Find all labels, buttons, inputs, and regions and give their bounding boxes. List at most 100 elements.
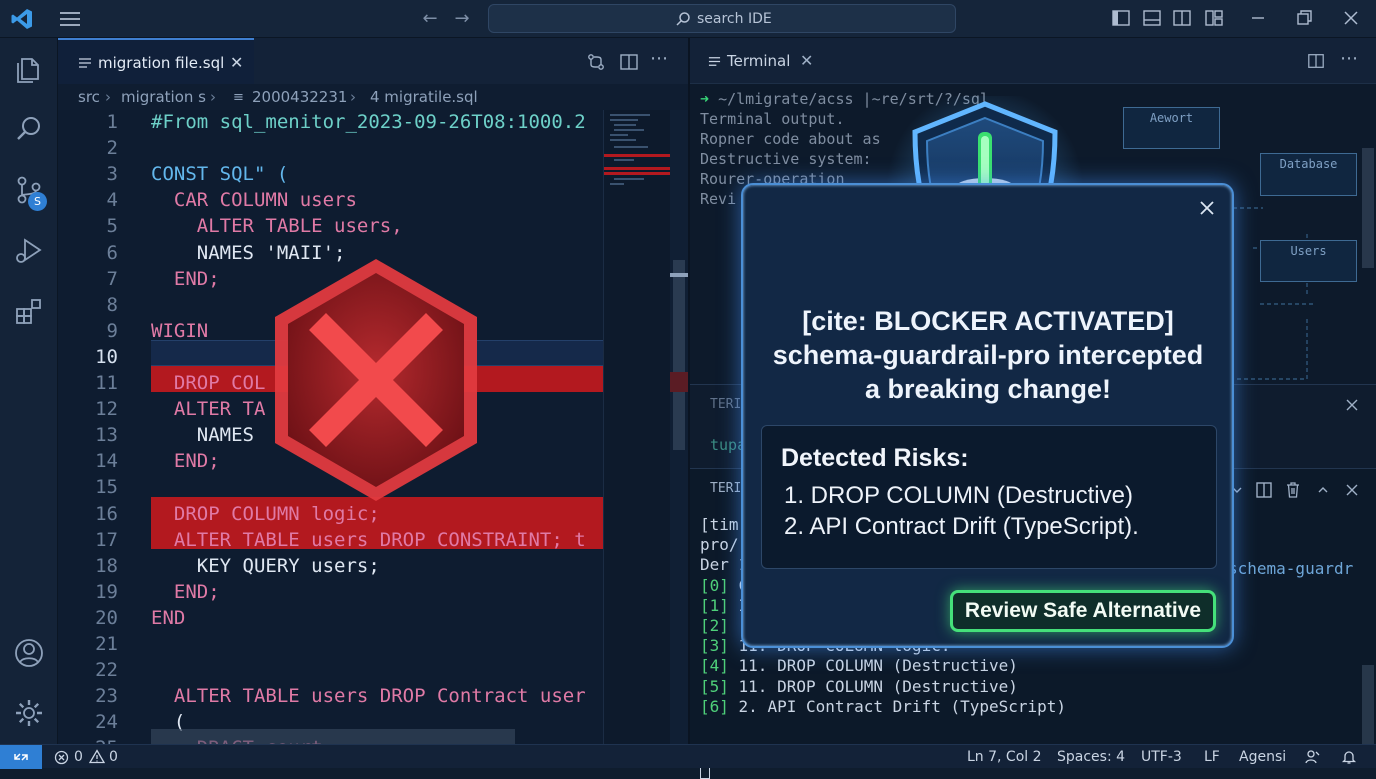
search-input[interactable]: search IDE [488, 4, 956, 33]
risk-item: 1. DROP COLUMN (Destructive) [784, 482, 1133, 509]
section-title: TERI [710, 397, 742, 412]
code-line: #From sql_menitor_2023-09-26T08:1000.2 [151, 111, 586, 133]
section-title: TERI [710, 481, 742, 496]
warning-count[interactable]: 0 [109, 749, 118, 765]
breadcrumb-item[interactable]: 2000432231 [252, 88, 347, 106]
breadcrumb-item[interactable]: src [78, 88, 100, 106]
arrow-right-icon[interactable]: → [452, 9, 472, 29]
code-line: ALTER TA [151, 398, 266, 421]
log-text: 11. DROP COLUMN (Destructive) [728, 656, 1018, 676]
settings-gear-icon[interactable] [13, 697, 45, 729]
run-debug-icon[interactable] [13, 234, 45, 266]
log-index: [0] [700, 575, 729, 595]
line-number: 17 [95, 528, 118, 551]
chevron-right-icon: › [350, 88, 356, 106]
chevron-right-icon: › [105, 88, 111, 106]
activity-bar: S [0, 38, 58, 744]
line-number: 16 [95, 502, 118, 525]
encoding[interactable]: UTF-3 [1141, 749, 1182, 765]
warning-icon [89, 749, 105, 764]
minimize-icon[interactable] [1248, 8, 1268, 28]
diagram-box: Database [1260, 153, 1357, 196]
terminal-tab-label[interactable]: Terminal [727, 52, 790, 70]
search-placeholder: search IDE [697, 11, 772, 27]
trash-icon[interactable] [1284, 481, 1302, 499]
customize-layout-icon[interactable] [1204, 8, 1224, 28]
extensions-icon[interactable] [13, 295, 45, 327]
log-index: [1] [700, 595, 729, 615]
breadcrumb-item[interactable]: migration s [121, 88, 206, 106]
scroll-thumb[interactable] [1362, 148, 1374, 268]
more-actions-icon[interactable]: ⋯ [1340, 48, 1358, 69]
code-line: DROP COL [151, 372, 266, 394]
terminal-tab-close-icon[interactable]: ✕ [800, 51, 813, 70]
search-icon[interactable] [13, 113, 45, 145]
restore-icon[interactable] [1294, 8, 1314, 28]
toggle-sidebar-icon[interactable] [1111, 8, 1131, 28]
status-bar: 0 0 Ln 7, Col 2 Spaces: 4 UTF-3 LF Agens… [0, 744, 1376, 769]
more-actions-icon[interactable]: ⋯ [650, 48, 670, 69]
chevron-up-icon[interactable] [1314, 481, 1332, 499]
line-number: 18 [95, 554, 118, 577]
diagram-box: Aewort [1123, 107, 1220, 149]
code-line: NAMES [151, 424, 254, 447]
line-number: 9 [106, 319, 118, 342]
title-bar: ← → search IDE [0, 0, 1376, 38]
line-number: 22 [95, 659, 118, 682]
review-safe-alternative-button[interactable]: Review Safe Alternative [950, 590, 1216, 632]
compare-changes-icon[interactable] [586, 52, 606, 72]
cursor-position[interactable]: Ln 7, Col 2 [967, 749, 1042, 765]
line-number: 10 [95, 345, 118, 368]
log-text: 11. DROP COLUMN (Destructive) [728, 676, 1018, 696]
remote-indicator[interactable] [0, 745, 42, 769]
hamburger-menu-icon[interactable] [58, 9, 82, 29]
account-icon[interactable] [13, 637, 45, 669]
tab-migration-file[interactable]: migration file.sql ✕ [58, 38, 254, 84]
split-editor-icon[interactable] [619, 52, 639, 72]
minimap[interactable] [603, 110, 671, 744]
close-icon[interactable] [1343, 481, 1361, 499]
terminal-line: Ropner code about as [700, 130, 881, 148]
code-line: WIGIN [151, 319, 209, 342]
bell-icon[interactable] [1341, 749, 1357, 765]
search-icon [676, 12, 690, 26]
code-line: ALTER TABLE users, [151, 215, 403, 238]
close-icon[interactable] [1343, 396, 1361, 414]
close-icon[interactable] [1341, 8, 1361, 28]
vertical-scrollbar[interactable] [670, 110, 688, 744]
split-terminal-icon[interactable] [1255, 481, 1273, 499]
indentation[interactable]: Spaces: 4 [1057, 749, 1125, 765]
log-text: [tim [700, 515, 739, 534]
line-number: 8 [106, 293, 118, 316]
breadcrumb-item[interactable]: 4 migratile.sql [370, 88, 478, 106]
line-number: 23 [95, 685, 118, 708]
log-line: pro/ [700, 535, 739, 554]
language-mode[interactable]: Agensi [1239, 749, 1286, 765]
toggle-panel-icon[interactable] [1142, 8, 1162, 28]
toggle-secondary-sidebar-icon[interactable] [1172, 8, 1192, 28]
split-terminal-icon[interactable] [1307, 52, 1325, 70]
code-editor[interactable]: 1 #From sql_menitor_2023-09-26T08:1000.2 2… [58, 110, 688, 744]
dialog-close-icon[interactable] [1198, 199, 1216, 217]
terminal-lines-icon [708, 57, 721, 66]
blocker-dialog: [cite: BLOCKER ACTIVATED] schema-guardra… [741, 183, 1234, 648]
dialog-title-line: schema-guardrail-pro intercepted [772, 340, 1204, 370]
feedback-icon[interactable] [1304, 749, 1320, 765]
scroll-position-marker [670, 273, 688, 277]
tab-close-icon[interactable]: ✕ [230, 53, 243, 72]
scroll-thumb[interactable] [1362, 665, 1374, 745]
line-ending[interactable]: LF [1204, 749, 1220, 765]
scroll-thumb[interactable] [673, 260, 685, 450]
file-lines-icon [79, 58, 91, 68]
log-index: [6] [700, 696, 729, 716]
line-number: 11 [95, 372, 118, 394]
code-line: CONST SQL" ( [151, 163, 289, 186]
tab-label: migration file.sql [98, 54, 225, 72]
error-count[interactable]: 0 [74, 749, 83, 765]
explorer-icon[interactable] [13, 53, 45, 85]
file-lines-icon: ≡ [233, 90, 244, 105]
line-number: 25 [58, 737, 118, 744]
arrow-left-icon[interactable]: ← [420, 9, 440, 29]
line-number: 13 [95, 424, 118, 447]
horizontal-scroll-thumb[interactable] [151, 729, 515, 744]
